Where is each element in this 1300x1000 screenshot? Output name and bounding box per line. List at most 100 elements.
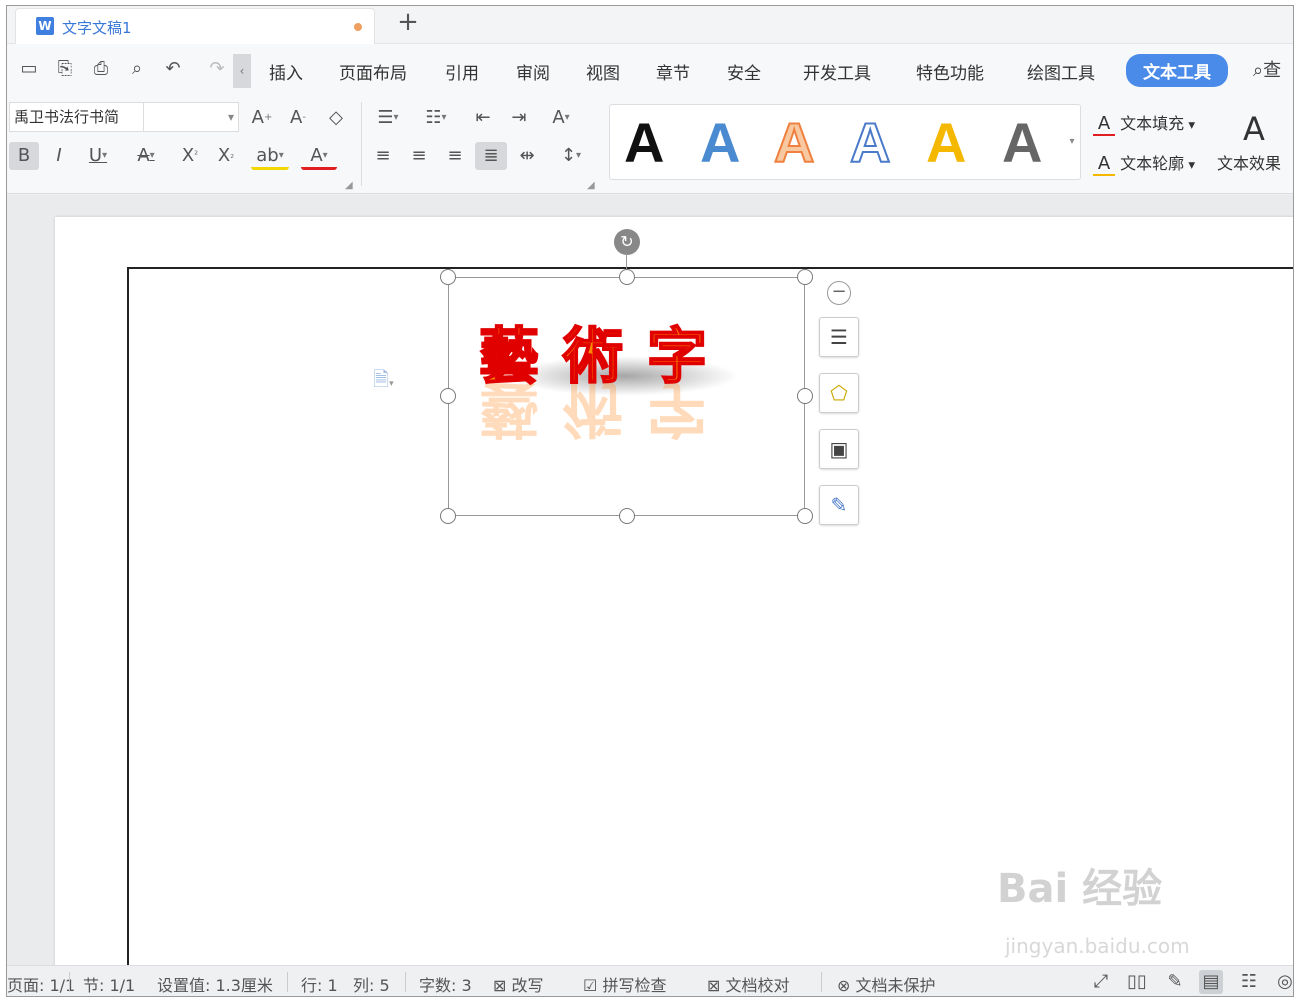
- numbered-list-icon[interactable]: ☷▾: [417, 104, 455, 132]
- menu-developer-tools[interactable]: 开发工具: [803, 59, 871, 84]
- menu-insert[interactable]: 插入: [269, 59, 303, 84]
- layout-options-button[interactable]: ☰: [819, 317, 859, 357]
- format-painter-icon[interactable]: ⎘: [53, 58, 77, 80]
- menu-text-tools[interactable]: 文本工具: [1126, 54, 1228, 87]
- collapse-toolbar-icon[interactable]: −: [827, 281, 851, 305]
- bullet-list-icon[interactable]: ☰▾: [369, 104, 407, 132]
- superscript-button[interactable]: X²: [177, 142, 203, 170]
- text-outline-label: 文本轮廓: [1120, 154, 1185, 173]
- menu-drawing-tools[interactable]: 绘图工具: [1027, 59, 1095, 84]
- italic-button[interactable]: I: [47, 142, 71, 170]
- collapse-quickbar-button[interactable]: ‹: [233, 54, 251, 88]
- search-button[interactable]: ⌕查: [1253, 56, 1281, 82]
- decrease-indent-icon[interactable]: ⇤: [469, 104, 497, 132]
- resize-handle-bottom-right[interactable]: [797, 508, 813, 524]
- text-effect-icon[interactable]: A: [1243, 110, 1265, 148]
- style-blue-outline[interactable]: A: [849, 110, 891, 175]
- style-orange-outline[interactable]: A: [773, 110, 815, 175]
- edit-view-icon[interactable]: ✎: [1163, 970, 1187, 994]
- print-preview-icon[interactable]: ⌕: [125, 58, 149, 80]
- font-dialog-launcher-icon[interactable]: ◢: [345, 180, 353, 191]
- art-style-gallery: A A A A A A: [609, 104, 1081, 180]
- outline-view-icon[interactable]: ☷: [1237, 970, 1261, 994]
- distribute-icon[interactable]: ⇹: [513, 142, 541, 170]
- spell-check-icon: ☑: [583, 976, 598, 995]
- document-protection-button[interactable]: ⊗ 文档未保护: [837, 972, 936, 996]
- align-right-icon[interactable]: ≡: [441, 142, 469, 170]
- style-gray[interactable]: A: [1002, 111, 1042, 175]
- paragraph-dialog-launcher-icon[interactable]: ◢: [587, 180, 595, 191]
- font-color-button[interactable]: A▾: [301, 142, 337, 170]
- fullscreen-icon[interactable]: ⤢: [1089, 970, 1113, 994]
- proofread-label: 文档校对: [725, 976, 790, 995]
- menu-special-features[interactable]: 特色功能: [916, 59, 984, 84]
- justify-icon[interactable]: ≣: [475, 142, 507, 170]
- highlight-button[interactable]: ab▾: [251, 142, 289, 170]
- overwrite-toggle[interactable]: ⊠ 改写: [493, 972, 544, 996]
- menu-page-layout[interactable]: 页面布局: [339, 59, 407, 84]
- text-effect-label: 文本效果: [1217, 154, 1282, 173]
- resize-handle-left[interactable]: [440, 388, 456, 404]
- menu-chapter[interactable]: 章节: [656, 59, 690, 84]
- menu-row: ▭ ⎘ ⎙ ⌕ ↶ ↷ ‹ 插入 页面布局 引用 审阅 视图 章节 安全 开发工…: [7, 44, 1293, 94]
- resize-handle-top-right[interactable]: [797, 269, 813, 285]
- underline-button[interactable]: U▾: [81, 142, 115, 170]
- line-spacing-icon[interactable]: ↕▾: [551, 142, 591, 170]
- word-art-textbox[interactable]: 藝術字 藝術字: [440, 269, 813, 524]
- text-direction-icon[interactable]: A▾: [541, 104, 581, 132]
- font-size-select[interactable]: ▾: [143, 102, 239, 132]
- align-center-icon[interactable]: ≡: [405, 142, 433, 170]
- text-effect-button[interactable]: 文本效果: [1217, 150, 1281, 174]
- outline-button[interactable]: ▣: [819, 429, 859, 469]
- subscript-button[interactable]: X₂: [213, 142, 239, 170]
- status-page[interactable]: 页面: 1/1: [7, 972, 75, 996]
- resize-handle-top[interactable]: [619, 269, 635, 285]
- decrease-font-icon[interactable]: A-: [285, 104, 311, 132]
- writer-app-icon: W: [36, 17, 54, 35]
- menu-references[interactable]: 引用: [445, 59, 479, 84]
- paragraph-marker-icon[interactable]: 🗎▾: [373, 365, 394, 399]
- clear-format-icon[interactable]: ◇: [323, 104, 349, 132]
- text-outline-button[interactable]: A 文本轮廓 ▾: [1093, 150, 1195, 176]
- resize-handle-top-left[interactable]: [440, 269, 456, 285]
- rotate-handle-icon[interactable]: ↻: [614, 229, 640, 255]
- status-word-count[interactable]: 字数: 3: [419, 972, 472, 996]
- separator: [821, 972, 822, 992]
- proofread-button[interactable]: ⊠ 文档校对: [707, 972, 790, 996]
- bold-button[interactable]: B: [9, 142, 39, 170]
- style-gallery-more-icon[interactable]: ▾: [1065, 104, 1079, 180]
- style-blue[interactable]: A: [700, 111, 740, 175]
- align-left-icon[interactable]: ≡: [369, 142, 397, 170]
- status-bar: 页面: 1/1 节: 1/1 设置值: 1.3厘米 行: 1 列: 5 字数: …: [7, 965, 1293, 996]
- text-fill-label: 文本填充: [1120, 114, 1185, 133]
- style-black[interactable]: A: [624, 111, 664, 175]
- new-tab-plus-icon[interactable]: +: [393, 7, 423, 37]
- status-setting[interactable]: 设置值: 1.3厘米: [157, 972, 273, 996]
- font-name-select[interactable]: 禹卫书法行书简: [9, 102, 143, 132]
- menu-review[interactable]: 审阅: [516, 59, 550, 84]
- resize-handle-bottom-left[interactable]: [440, 508, 456, 524]
- word-art-text[interactable]: 藝術字: [478, 308, 731, 395]
- page-view-icon[interactable]: ▤: [1199, 970, 1223, 994]
- menu-security[interactable]: 安全: [727, 59, 761, 84]
- resize-handle-bottom[interactable]: [619, 508, 635, 524]
- brush-button[interactable]: ✎: [819, 485, 859, 525]
- overwrite-icon: ⊠: [493, 976, 507, 995]
- fill-button[interactable]: ⬠: [819, 373, 859, 413]
- spell-check-button[interactable]: ☑ 拼写检查: [583, 972, 666, 996]
- increase-font-icon[interactable]: A+: [249, 104, 275, 132]
- resize-handle-right[interactable]: [797, 388, 813, 404]
- print-icon[interactable]: ⎙: [89, 58, 113, 80]
- style-yellow[interactable]: A: [926, 111, 966, 175]
- undo-icon[interactable]: ↶: [161, 58, 185, 80]
- text-fill-button[interactable]: A 文本填充 ▾: [1093, 110, 1195, 136]
- status-section[interactable]: 节: 1/1: [83, 972, 135, 996]
- save-icon[interactable]: ▭: [17, 58, 41, 80]
- strikethrough-button[interactable]: A▾: [129, 142, 163, 170]
- increase-indent-icon[interactable]: ⇥: [505, 104, 533, 132]
- web-view-icon[interactable]: ◎: [1273, 970, 1293, 994]
- document-tab[interactable]: W 文字文稿1: [15, 8, 375, 44]
- reading-view-icon[interactable]: ▯▯: [1125, 970, 1149, 994]
- menu-view[interactable]: 视图: [586, 59, 620, 84]
- redo-icon[interactable]: ↷: [205, 58, 229, 80]
